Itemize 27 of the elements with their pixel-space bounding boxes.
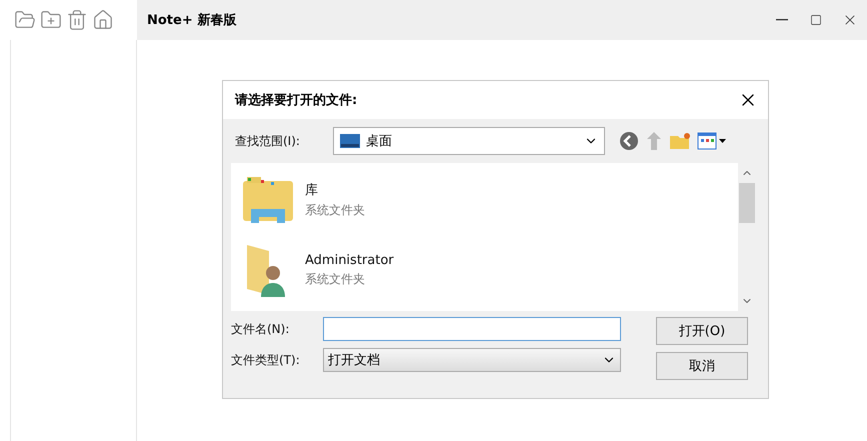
home-icon[interactable] bbox=[92, 9, 114, 31]
window-title: Note+ 新春版 bbox=[147, 12, 238, 29]
open-folder-icon[interactable] bbox=[14, 9, 36, 31]
item-type: 系统文件夹 bbox=[305, 270, 366, 288]
scrollbar-thumb[interactable] bbox=[739, 183, 755, 223]
file-list-item[interactable]: 库 系统文件夹 bbox=[239, 171, 730, 229]
minimize-icon bbox=[776, 19, 788, 21]
dialog-title: 请选择要打开的文件: bbox=[235, 92, 358, 109]
new-folder-icon[interactable] bbox=[40, 9, 62, 31]
look-in-label: 查找范围(I): bbox=[235, 132, 301, 150]
desktop-icon bbox=[340, 134, 360, 148]
location-dropdown[interactable]: 桌面 bbox=[333, 127, 605, 155]
back-icon[interactable] bbox=[619, 131, 639, 151]
filename-field[interactable] bbox=[323, 317, 621, 341]
cancel-button[interactable]: 取消 bbox=[656, 352, 748, 380]
item-type: 系统文件夹 bbox=[305, 202, 365, 219]
filetype-label: 文件类型(T): bbox=[231, 352, 301, 368]
view-menu-icon[interactable] bbox=[697, 132, 727, 150]
maximize-icon bbox=[810, 14, 822, 26]
filetype-dropdown[interactable]: 打开文档 bbox=[323, 348, 621, 372]
item-name: 库 bbox=[305, 182, 319, 199]
open-button[interactable]: 打开(O) bbox=[656, 317, 748, 345]
trash-icon[interactable] bbox=[66, 9, 88, 31]
item-name: Administrator bbox=[305, 252, 394, 268]
file-list-item[interactable]: Administrator 系统文件夹 bbox=[239, 241, 730, 299]
new-folder-icon[interactable] bbox=[669, 132, 691, 150]
filename-label: 文件名(N): bbox=[231, 320, 290, 338]
